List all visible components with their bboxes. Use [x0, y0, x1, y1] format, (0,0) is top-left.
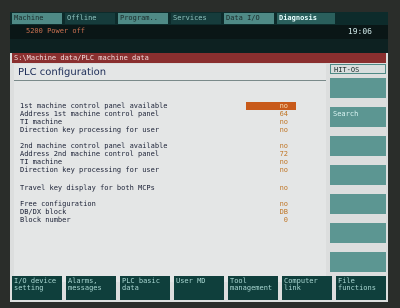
param-label: TI machine: [20, 158, 63, 166]
param-value[interactable]: no: [280, 166, 288, 174]
param-value[interactable]: no: [280, 118, 288, 126]
menu-services[interactable]: Services: [171, 13, 221, 24]
param-label: Direction key processing for user: [20, 166, 160, 174]
param-row[interactable]: Free configuration no: [14, 200, 326, 208]
param-label: Block number: [20, 216, 71, 224]
param-value[interactable]: DB: [280, 208, 288, 216]
softkey-plc-basic-data[interactable]: PLC basic data: [120, 276, 170, 300]
softkey-file-functions[interactable]: File functions: [336, 276, 386, 300]
softkey-hit-os[interactable]: HIT-OS: [330, 64, 386, 74]
param-label: TI machine: [20, 118, 63, 126]
top-menu-bar: Machine Offline Program.. Services Data …: [10, 12, 388, 25]
param-label: Travel key display for both MCPs: [20, 184, 155, 192]
param-value[interactable]: 0: [284, 216, 288, 224]
param-value[interactable]: no: [280, 200, 288, 208]
plc-config-panel: PLC configuration 1st machine control pa…: [14, 64, 326, 282]
param-value[interactable]: no: [280, 158, 288, 166]
alarm-message: 5200 Power off: [26, 27, 86, 35]
param-label: 2nd machine control panel available: [20, 142, 168, 150]
softkey-io-device-setting[interactable]: I/O device setting: [12, 276, 62, 300]
softkey-tool-management[interactable]: Tool management: [228, 276, 278, 300]
vertical-softkey-4[interactable]: [330, 165, 386, 185]
param-label: Address 2nd machine control panel: [20, 150, 160, 158]
param-label: Direction key processing for user: [20, 126, 160, 134]
softkey-computer-link[interactable]: Computer link: [282, 276, 332, 300]
param-value-selected[interactable]: no: [246, 102, 296, 110]
vertical-softkey-5[interactable]: [330, 194, 386, 214]
clock: 19:06: [347, 27, 372, 36]
vertical-softkey-7[interactable]: [330, 252, 386, 272]
param-row[interactable]: Address 2nd machine control panel 72: [14, 150, 326, 158]
vertical-softkey-6[interactable]: [330, 223, 386, 243]
param-row[interactable]: Block number 0: [14, 216, 326, 224]
softkey-user-md[interactable]: User MD: [174, 276, 224, 300]
param-row[interactable]: Direction key processing for user no: [14, 126, 326, 134]
status-area: [10, 39, 388, 53]
param-label: 1st machine control panel available: [20, 102, 168, 110]
page-title: PLC configuration: [18, 67, 107, 78]
menu-program[interactable]: Program..: [118, 13, 168, 24]
param-row[interactable]: DB/DX block DB: [14, 208, 326, 216]
menu-offline[interactable]: Offline: [65, 13, 115, 24]
param-row[interactable]: Travel key display for both MCPs no: [14, 184, 326, 192]
param-row[interactable]: 2nd machine control panel available no: [14, 142, 326, 150]
vertical-softkey-1[interactable]: [330, 78, 386, 98]
param-label: Free configuration: [20, 200, 96, 208]
param-row[interactable]: 1st machine control panel available no: [14, 102, 326, 110]
param-row[interactable]: Address 1st machine control panel 64: [14, 110, 326, 118]
param-value[interactable]: 72: [280, 150, 288, 158]
search-button[interactable]: Search: [330, 107, 386, 127]
menu-diagnosis[interactable]: Diagnosis: [277, 13, 335, 24]
softkey-alarms-messages[interactable]: Alarms, messages: [66, 276, 116, 300]
vertical-softkey-3[interactable]: [330, 136, 386, 156]
param-label: DB/DX block: [20, 208, 67, 216]
param-label: Address 1st machine control panel: [20, 110, 160, 118]
param-row[interactable]: TI machine no: [14, 118, 326, 126]
alarm-line: 5200 Power off 19:06: [10, 25, 388, 39]
breadcrumb: S:\Machine data/PLC machine data: [12, 53, 386, 63]
param-value[interactable]: no: [280, 126, 288, 134]
param-row[interactable]: TI machine no: [14, 158, 326, 166]
param-value[interactable]: no: [280, 142, 288, 150]
param-value[interactable]: 64: [280, 110, 288, 118]
menu-data-io[interactable]: Data I/O: [224, 13, 274, 24]
param-value[interactable]: no: [280, 184, 288, 192]
title-divider: [14, 80, 326, 81]
param-row[interactable]: Direction key processing for user no: [14, 166, 326, 174]
hmi-screen: Machine Offline Program.. Services Data …: [10, 12, 388, 302]
menu-machine[interactable]: Machine: [12, 13, 62, 24]
